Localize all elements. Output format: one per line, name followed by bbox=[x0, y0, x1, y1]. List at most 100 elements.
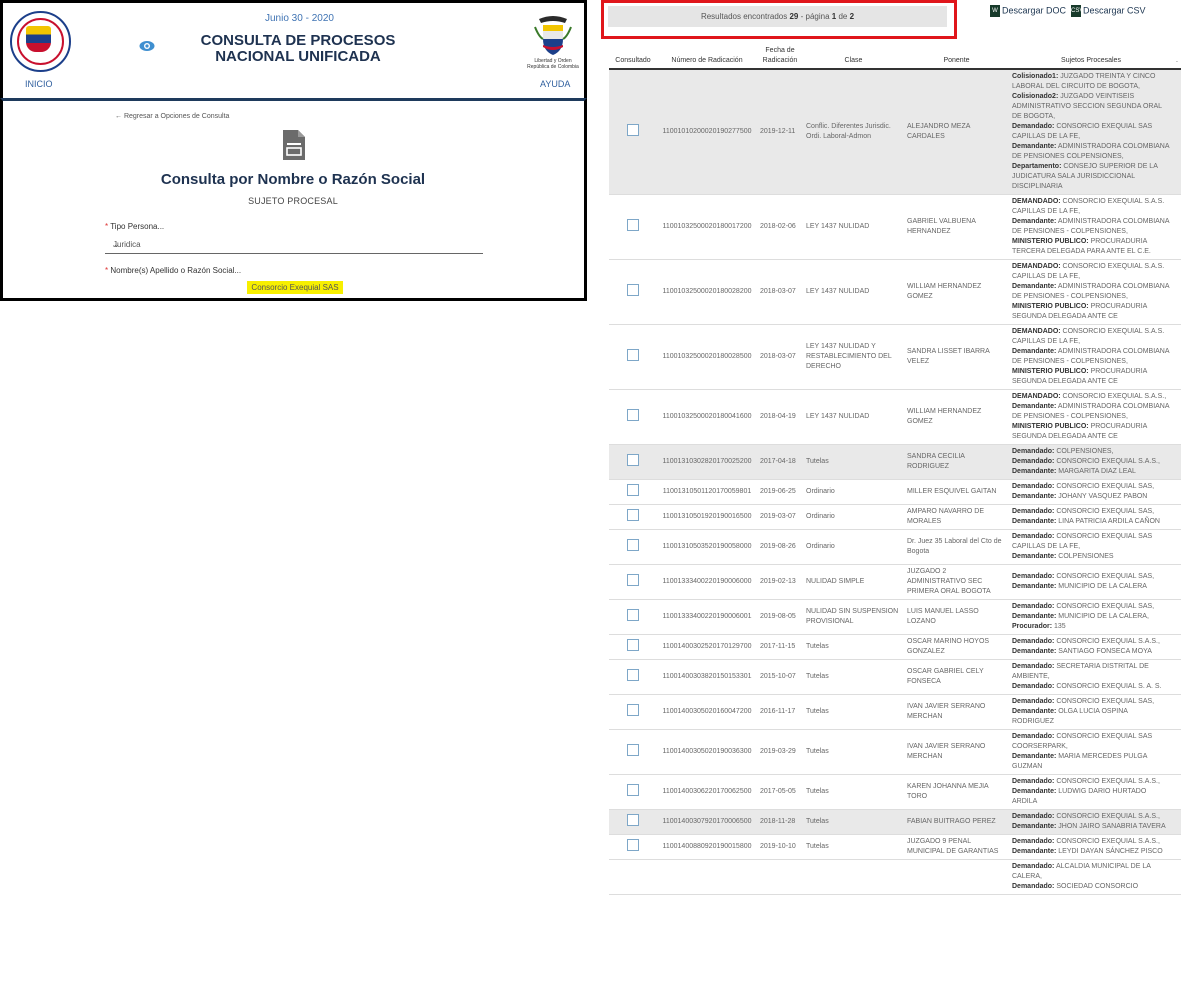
radicacion-link[interactable]: 11001310501920190016500 bbox=[657, 504, 757, 530]
table-row[interactable]: 11001032500020180028200 2018-03-07 LEY 143… bbox=[609, 259, 1181, 325]
table-row[interactable]: 11001032500020180028500 2018-03-07 LEY 143… bbox=[609, 324, 1181, 390]
consultado-checkbox[interactable] bbox=[627, 669, 639, 681]
extra-cell bbox=[1173, 774, 1181, 810]
radicacion-link[interactable]: 11001310503520190058000 bbox=[657, 529, 757, 565]
sujeto-name: CONSORCIO EXEQUIAL S.A.S., bbox=[1054, 838, 1160, 845]
sujeto-role: DEMANDADO: bbox=[1012, 393, 1061, 400]
radicacion-link[interactable]: 11001010200020190277500 bbox=[657, 69, 757, 195]
radicacion-link[interactable]: 11001310302820170025200 bbox=[657, 444, 757, 480]
form-subtitle: SUJETO PROCESAL bbox=[248, 196, 338, 206]
back-link[interactable]: ← Regresar a Opciones de Consulta bbox=[115, 113, 229, 120]
table-row[interactable]: 11001310501120170059801 2019-06-25 Ordinar… bbox=[609, 479, 1181, 505]
help-link[interactable]: AYUDA bbox=[540, 79, 570, 89]
clase-cell: Tutelas bbox=[803, 809, 904, 835]
radicacion-link[interactable]: 11001032500020180017200 bbox=[657, 194, 757, 260]
consultado-checkbox[interactable] bbox=[627, 784, 639, 796]
fecha-cell: 2018-04-19 bbox=[757, 389, 803, 445]
sujeto-role: MINISTERIO PUBLICO: bbox=[1012, 368, 1089, 375]
table-row[interactable]: 11001333400220190006001 2019-08-05 NULIDAD… bbox=[609, 599, 1181, 635]
table-row[interactable]: 11001333400220190006000 2019-02-13 NULIDAD… bbox=[609, 564, 1181, 600]
consultado-checkbox[interactable] bbox=[627, 409, 639, 421]
ponente-cell: KAREN JOHANNA MEJIA TORO bbox=[904, 774, 1009, 810]
consultado-checkbox[interactable] bbox=[627, 124, 639, 136]
clase-cell: NULIDAD SIN SUSPENSION PROVISIONAL bbox=[803, 599, 904, 635]
sujeto-line: DEMANDADO: CONSORCIO EXEQUIAL S.A.S. CAP… bbox=[1012, 327, 1170, 347]
radicacion-link[interactable]: 11001333400220190006000 bbox=[657, 564, 757, 600]
table-row[interactable]: 11001310302820170025200 2017-04-18 Tutelas… bbox=[609, 444, 1181, 480]
extra-cell bbox=[1173, 444, 1181, 480]
col-sujetos[interactable]: Sujetos Procesales bbox=[1009, 44, 1173, 70]
consultado-checkbox[interactable] bbox=[627, 509, 639, 521]
col-radicacion[interactable]: Número de Radicación bbox=[657, 44, 757, 70]
table-row[interactable]: 11001400302520170129700 2017-11-15 Tutelas… bbox=[609, 634, 1181, 660]
download-doc-button[interactable]: W Descargar DOC bbox=[990, 5, 1066, 17]
tipo-persona-select[interactable]: Juridica ⌄ bbox=[105, 236, 483, 254]
consultado-cell bbox=[609, 529, 657, 565]
download-csv-button[interactable]: CSVDescargar CSV bbox=[1071, 5, 1146, 17]
radicacion-link[interactable]: 11001400303820150153301 bbox=[657, 659, 757, 695]
col-consultado[interactable]: Consultado bbox=[609, 44, 657, 70]
sujeto-line: Procurador: 135 bbox=[1012, 622, 1170, 632]
sujeto-role: Demandado: bbox=[1012, 733, 1055, 740]
radicacion-link[interactable]: 11001032500020180028200 bbox=[657, 259, 757, 325]
eye-icon[interactable] bbox=[139, 40, 155, 52]
nombre-input[interactable]: Consorcio Exequial SAS bbox=[247, 281, 343, 294]
consultado-checkbox[interactable] bbox=[627, 814, 639, 826]
col-ponente[interactable]: Ponente bbox=[904, 44, 1009, 70]
sujeto-line: Colisionado2: JUZGADO VEINTISEIS ADMINIS… bbox=[1012, 92, 1170, 122]
sujetos-cell: Demandado: CONSORCIO EXEQUIAL S.A.S., Dem… bbox=[1009, 809, 1173, 835]
rama-judicial-seal[interactable] bbox=[10, 11, 71, 72]
consultado-checkbox[interactable] bbox=[627, 639, 639, 651]
radicacion-link[interactable]: 11001310501120170059801 bbox=[657, 479, 757, 505]
sujeto-name: MUNICIPIO DE LA CALERA bbox=[1056, 583, 1147, 590]
consultado-checkbox[interactable] bbox=[627, 704, 639, 716]
consultado-checkbox[interactable] bbox=[627, 219, 639, 231]
consultado-checkbox[interactable] bbox=[627, 454, 639, 466]
consultado-checkbox[interactable] bbox=[627, 609, 639, 621]
sujeto-line: DEMANDADO: CONSORCIO EXEQUIAL S.A.S. CAP… bbox=[1012, 262, 1170, 282]
table-row[interactable]: 11001400303820150153301 2015-10-07 Tutelas… bbox=[609, 659, 1181, 695]
col-fecha[interactable]: Fecha de Radicación bbox=[757, 44, 803, 70]
ponente-cell: Dr. Juez 35 Laboral del Cto de Bogota bbox=[904, 529, 1009, 565]
ponente-cell: MILLER ESQUIVEL GAITAN bbox=[904, 479, 1009, 505]
sujeto-line: MINISTERIO PUBLICO: PROCURADURIA SEGUNDA… bbox=[1012, 422, 1170, 442]
consultado-checkbox[interactable] bbox=[627, 539, 639, 551]
home-link[interactable]: INICIO bbox=[25, 79, 53, 89]
table-row[interactable]: 11001310503520190058000 2019-08-26 Ordinar… bbox=[609, 529, 1181, 565]
sujeto-role: MINISTERIO PUBLICO: bbox=[1012, 303, 1089, 310]
table-row[interactable]: Demandado: ALCALDIA MUNICIPAL DE LA CALE… bbox=[609, 859, 1181, 895]
consultado-checkbox[interactable] bbox=[627, 484, 639, 496]
consultado-checkbox[interactable] bbox=[627, 284, 639, 296]
table-row[interactable]: 11001032500020180017200 2018-02-06 LEY 143… bbox=[609, 194, 1181, 260]
table-row[interactable]: 11001400306220170062500 2017-05-05 Tutelas… bbox=[609, 774, 1181, 810]
table-row[interactable]: 11001400305020160047200 2016-11-17 Tutelas… bbox=[609, 694, 1181, 730]
consultado-cell bbox=[609, 834, 657, 860]
radicacion-link[interactable]: 11001032500020180041600 bbox=[657, 389, 757, 445]
sujeto-role: Departamento: bbox=[1012, 163, 1062, 170]
col-clase[interactable]: Clase bbox=[803, 44, 904, 70]
radicacion-link[interactable]: 11001400307920170006500 bbox=[657, 809, 757, 835]
table-row[interactable]: 11001032500020180041600 2018-04-19 LEY 143… bbox=[609, 389, 1181, 445]
consultado-checkbox[interactable] bbox=[627, 839, 639, 851]
radicacion-link[interactable]: 11001400305020160047200 bbox=[657, 694, 757, 730]
table-row[interactable]: 11001400305020190036300 2019-03-29 Tutelas… bbox=[609, 729, 1181, 775]
fecha-cell: 2019-08-26 bbox=[757, 529, 803, 565]
sujeto-name: CONSORCIO EXEQUIAL S. A. S. bbox=[1054, 683, 1162, 690]
radicacion-link[interactable]: 11001400880920190015800 bbox=[657, 834, 757, 860]
radicacion-link[interactable]: 11001032500020180028500 bbox=[657, 324, 757, 390]
table-row[interactable]: 11001310501920190016500 2019-03-07 Ordinar… bbox=[609, 504, 1181, 530]
sujeto-role: Demandado: bbox=[1012, 838, 1055, 845]
table-row[interactable]: 11001400880920190015800 2019-10-10 Tutelas… bbox=[609, 834, 1181, 860]
radicacion-link[interactable]: 11001333400220190006001 bbox=[657, 599, 757, 635]
consultado-checkbox[interactable] bbox=[627, 574, 639, 586]
consultado-checkbox[interactable] bbox=[627, 349, 639, 361]
consultado-checkbox[interactable] bbox=[627, 744, 639, 756]
query-panel: INICIO Junio 30 - 2020 CONSULTA DE PROCE… bbox=[0, 0, 587, 301]
header-date: Junio 30 - 2020 bbox=[265, 13, 334, 24]
table-row[interactable]: 11001010200020190277500 2019-12-11 Conflic… bbox=[609, 69, 1181, 195]
radicacion-link[interactable]: 11001400306220170062500 bbox=[657, 774, 757, 810]
radicacion-link[interactable]: 11001400302520170129700 bbox=[657, 634, 757, 660]
radicacion-link[interactable]: 11001400305020190036300 bbox=[657, 729, 757, 775]
table-row[interactable]: 11001400307920170006500 2018-11-28 Tutelas… bbox=[609, 809, 1181, 835]
radicacion-link[interactable] bbox=[657, 859, 757, 895]
